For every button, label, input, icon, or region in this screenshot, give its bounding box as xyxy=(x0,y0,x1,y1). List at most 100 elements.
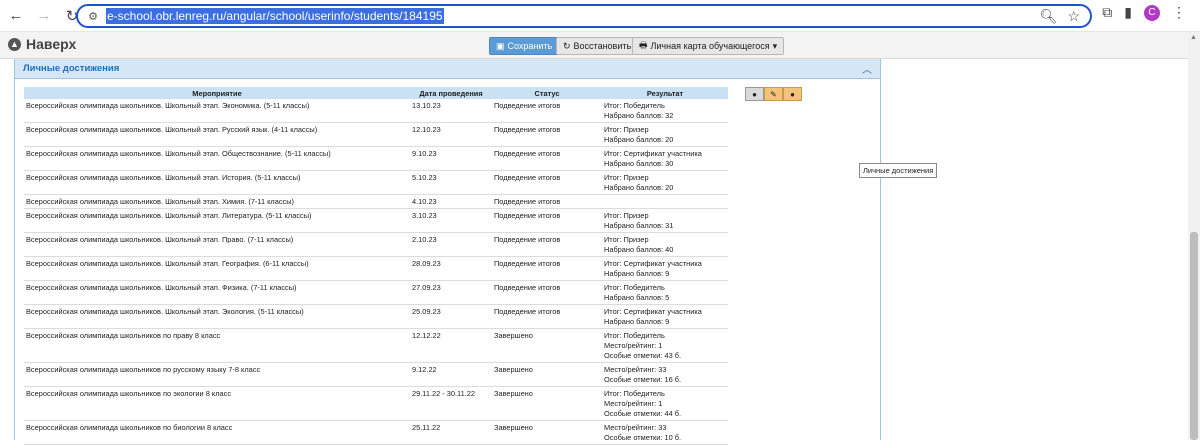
delete-icon[interactable]: ● xyxy=(783,87,802,101)
row-actions: ● ✎ ● xyxy=(745,87,802,101)
cell-date: 12.10.23 xyxy=(410,122,492,147)
table-row[interactable]: Всероссийская олимпиада школьников по ру… xyxy=(24,362,728,387)
cell-date: 25.09.23 xyxy=(410,304,492,329)
table-row[interactable]: Всероссийская олимпиада школьников. Школ… xyxy=(24,146,728,171)
panel-title: Личные достижения xyxy=(23,63,120,74)
table-row[interactable]: Всероссийская олимпиада школьников по пр… xyxy=(24,328,728,363)
col-event[interactable]: Мероприятие xyxy=(24,87,410,99)
result-line: Итог: Победитель xyxy=(604,283,665,292)
cell-status: Завершено xyxy=(492,362,602,387)
save-button[interactable]: ▣ Сохранить xyxy=(489,37,560,55)
cell-status: Подведение итогов xyxy=(492,146,602,171)
cell-status: Завершено xyxy=(492,328,602,363)
edit-pencil-icon[interactable]: ✎ xyxy=(764,87,783,101)
cell-event: Всероссийская олимпиада школьников. Школ… xyxy=(24,194,410,209)
col-result[interactable]: Результат xyxy=(602,87,728,99)
cell-result: Место/рейтинг: 33 Особые отметки: 16 б. xyxy=(602,362,728,387)
site-info-icon[interactable]: ⚙ xyxy=(84,10,102,23)
result-line: Итог: Призер xyxy=(604,235,649,244)
table-row[interactable]: Всероссийская олимпиада школьников по би… xyxy=(24,420,728,445)
cell-event: Всероссийская олимпиада школьников. Школ… xyxy=(24,170,410,195)
result-line: Итог: Сертификат участника xyxy=(604,259,702,268)
cell-status: Завершено xyxy=(492,420,602,445)
menu-dots-icon[interactable]: ⋮ xyxy=(1172,4,1186,21)
cell-status: Подведение итогов xyxy=(492,280,602,305)
url-text[interactable]: e-school.obr.lenreg.ru/angular/school/us… xyxy=(106,8,444,24)
table-row[interactable]: Всероссийская олимпиада школьников. Школ… xyxy=(24,304,728,329)
student-card-label: Личная карта обучающегося xyxy=(650,41,770,51)
cell-event: Всероссийская олимпиада школьников. Школ… xyxy=(24,256,410,281)
cell-event: Всероссийская олимпиада школьников. Школ… xyxy=(24,146,410,171)
cell-date: 27.09.23 xyxy=(410,280,492,305)
result-line: Набрано баллов: 40 xyxy=(604,245,674,254)
cell-status: Подведение итогов xyxy=(492,194,602,209)
cell-date: 13.10.23 xyxy=(410,99,492,123)
page-scrollbar[interactable]: ▲ xyxy=(1188,32,1200,440)
result-line: Итог: Сертификат участника xyxy=(604,307,702,316)
cell-date: 2.10.23 xyxy=(410,232,492,257)
table-body: Всероссийская олимпиада школьников. Школ… xyxy=(24,99,728,445)
result-line: Итог: Победитель xyxy=(604,389,665,398)
cell-date: 4.10.23 xyxy=(410,194,492,209)
forward-arrow-icon[interactable]: → xyxy=(32,4,56,28)
address-bar[interactable]: ⚙ e-school.obr.lenreg.ru/angular/school/… xyxy=(76,4,1092,28)
col-status[interactable]: Статус xyxy=(492,87,602,99)
cell-date: 3.10.23 xyxy=(410,208,492,233)
cell-result: Итог: Призер Набрано баллов: 20 xyxy=(602,122,728,147)
cell-status: Подведение итогов xyxy=(492,122,602,147)
cell-result: Итог: Призер Набрано баллов: 31 xyxy=(602,208,728,233)
cell-result: Итог: Сертификат участника Набрано баллов… xyxy=(602,304,728,329)
result-line: Набрано баллов: 9 xyxy=(604,317,670,326)
panel-header[interactable]: Личные достижения ︿ xyxy=(15,59,880,79)
save-label: Сохранить xyxy=(507,41,553,51)
cell-status: Подведение итогов xyxy=(492,99,602,123)
cell-result: Итог: Призер Набрано баллов: 40 xyxy=(602,232,728,257)
result-line: Итог: Победитель xyxy=(604,331,665,340)
collapse-chevron-icon[interactable]: ︿ xyxy=(862,61,872,76)
back-to-top-link[interactable]: ▲ Наверх xyxy=(8,36,76,52)
result-line: Особые отметки: 10 б. xyxy=(604,433,682,442)
cell-event: Всероссийская олимпиада школьников по эк… xyxy=(24,386,410,421)
cell-event: Всероссийская олимпиада школьников. Школ… xyxy=(24,304,410,329)
zoom-icon[interactable]: 🔍︎ xyxy=(1040,8,1058,25)
cell-result: Итог: Победитель Набрано баллов: 32 xyxy=(602,99,728,123)
cell-result: Итог: Победитель Место/рейтинг: 1 Особые о… xyxy=(602,386,728,421)
profile-avatar[interactable]: C xyxy=(1144,4,1160,21)
cell-event: Всероссийская олимпиада школьников. Школ… xyxy=(24,99,410,123)
bookmark-star-icon[interactable]: ☆ xyxy=(1067,8,1080,25)
table-row[interactable]: Всероссийская олимпиада школьников. Школ… xyxy=(24,122,728,147)
browser-toolbar: ← → ↻ ⚙ e-school.obr.lenreg.ru/angular/s… xyxy=(0,0,1200,32)
sidepanel-icon[interactable]: ▮ xyxy=(1124,4,1132,21)
restore-button[interactable]: ↻ Восстановить xyxy=(556,37,639,55)
table-row[interactable]: Всероссийская олимпиада школьников по эк… xyxy=(24,386,728,421)
result-line: Итог: Сертификат участника xyxy=(604,149,702,158)
extensions-icon[interactable]: ⧉ xyxy=(1102,4,1112,21)
table-row[interactable]: Всероссийская олимпиада школьников. Школ… xyxy=(24,194,728,209)
cell-status: Подведение итогов xyxy=(492,304,602,329)
restore-icon: ↻ xyxy=(563,40,571,51)
result-line: Итог: Призер xyxy=(604,125,649,134)
cell-event: Всероссийская олимпиада школьников по ру… xyxy=(24,362,410,387)
col-date[interactable]: Дата проведения xyxy=(410,87,492,99)
cell-event: Всероссийская олимпиада школьников. Школ… xyxy=(24,208,410,233)
scroll-thumb[interactable] xyxy=(1190,232,1198,440)
cell-event: Всероссийская олимпиада школьников. Школ… xyxy=(24,122,410,147)
scroll-up-icon[interactable]: ▲ xyxy=(1190,34,1197,41)
add-icon[interactable]: ● xyxy=(745,87,764,101)
table-row[interactable]: Всероссийская олимпиада школьников. Школ… xyxy=(24,99,728,123)
table-row[interactable]: Всероссийская олимпиада школьников. Школ… xyxy=(24,170,728,195)
cell-result xyxy=(602,194,728,209)
cell-date: 28.09.23 xyxy=(410,256,492,281)
table-row[interactable]: Всероссийская олимпиада школьников. Школ… xyxy=(24,280,728,305)
table-row[interactable]: Всероссийская олимпиада школьников. Школ… xyxy=(24,232,728,257)
achievements-table: Мероприятие Дата проведения Статус Резул… xyxy=(24,87,728,445)
student-card-dropdown[interactable]: 🖶︎ Личная карта обучающегося ▾ xyxy=(632,37,785,55)
result-line: Итог: Призер xyxy=(604,211,649,220)
cell-result: Итог: Сертификат участника Набрано баллов… xyxy=(602,146,728,171)
table-row[interactable]: Всероссийская олимпиада школьников. Школ… xyxy=(24,208,728,233)
cell-status: Подведение итогов xyxy=(492,256,602,281)
table-header-row: Мероприятие Дата проведения Статус Резул… xyxy=(24,87,728,99)
result-line: Итог: Призер xyxy=(604,173,649,182)
table-row[interactable]: Всероссийская олимпиада школьников. Школ… xyxy=(24,256,728,281)
back-arrow-icon[interactable]: ← xyxy=(4,4,28,28)
